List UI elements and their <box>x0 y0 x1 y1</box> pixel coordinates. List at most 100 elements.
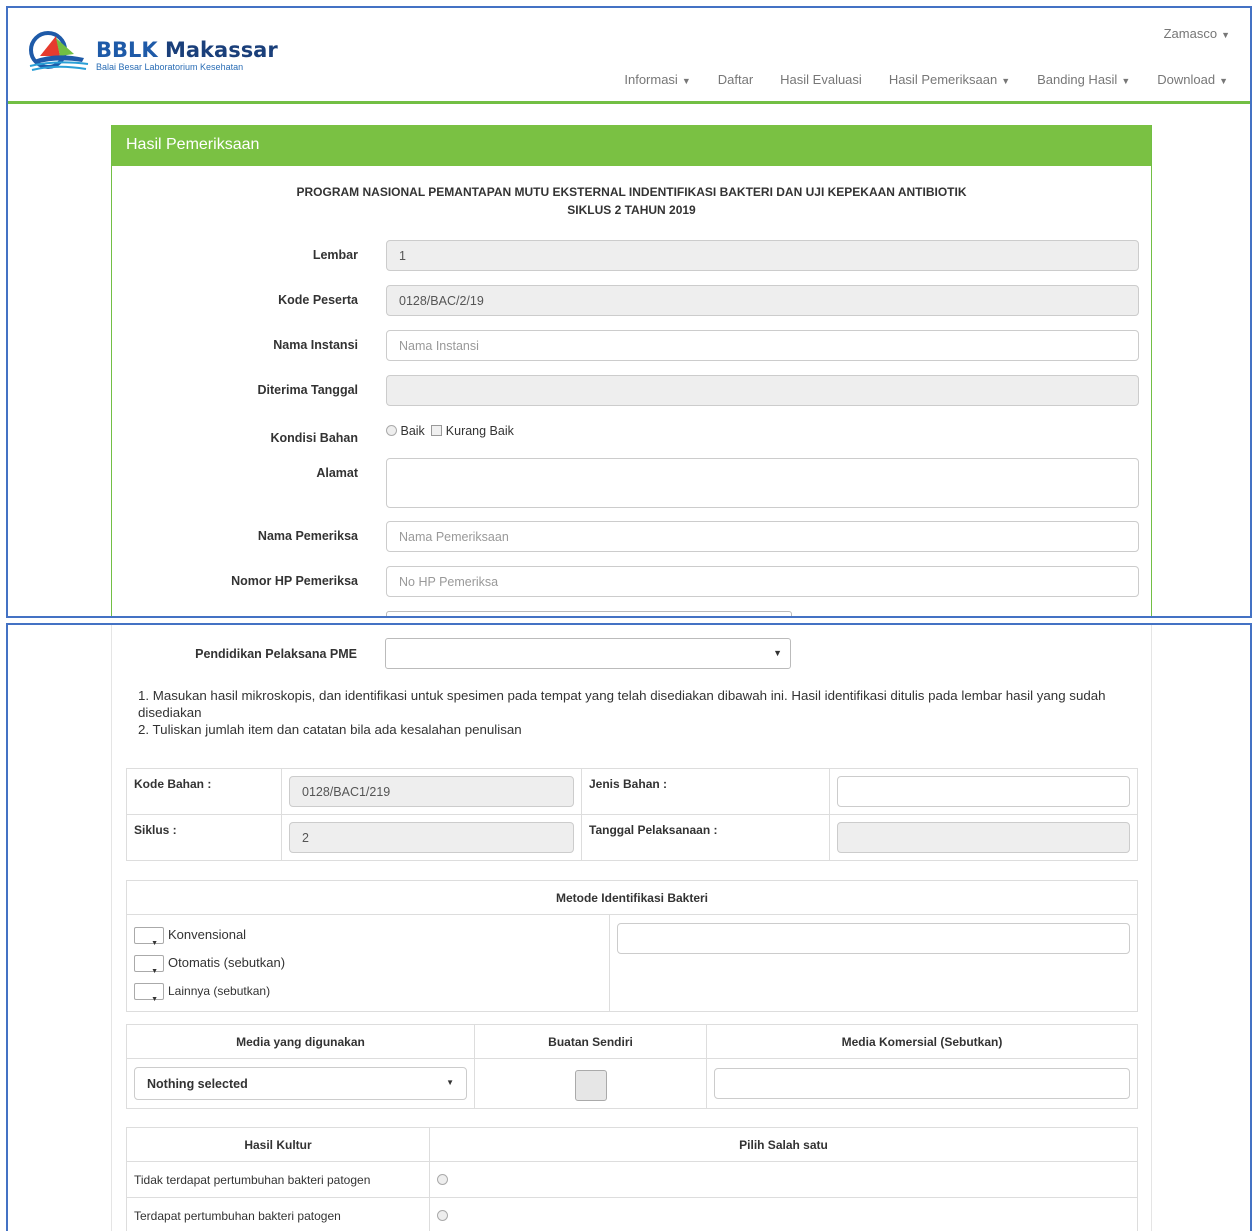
row-diterima-tanggal: Diterima Tanggal <box>112 375 1151 407</box>
media-table: Media yang digunakan Buatan Sendiri Medi… <box>126 1024 1138 1109</box>
kondisi-kurang-baik-checkbox[interactable] <box>431 425 443 436</box>
nav-hasil-pemeriksaan[interactable]: Hasil Pemeriksaan ▼ <box>889 72 1010 87</box>
hasil-pemeriksaan-panel: Hasil Pemeriksaan PROGRAM NASIONAL PEMAN… <box>111 125 1152 616</box>
row-kode-peserta: Kode Peserta 0128/BAC/2/19 <box>112 285 1151 317</box>
konvensional-select[interactable] <box>134 927 164 958</box>
brand-name-part1: BBLK <box>96 38 158 62</box>
metode-konvensional: Konvensional <box>134 921 602 958</box>
kultur-table: Hasil Kultur Pilih Salah satu Tidak terd… <box>126 1127 1138 1231</box>
row-alamat: Alamat <box>112 458 1151 508</box>
kode-bahan-input[interactable]: 0128/BAC1/219 <box>289 776 574 807</box>
lainnya-select[interactable] <box>134 983 164 1014</box>
pilih-salah-satu-header: Pilih Salah satu <box>429 1127 1138 1162</box>
jenis-bahan-label: Jenis Bahan : <box>581 768 830 815</box>
media-komersial-input[interactable] <box>714 1068 1130 1099</box>
nav-download[interactable]: Download ▼ <box>1157 72 1228 87</box>
media-komersial-header: Media Komersial (Sebutkan) <box>706 1024 1138 1059</box>
kultur-row1-radio[interactable] <box>437 1173 448 1185</box>
jenis-bahan-input[interactable] <box>837 776 1130 807</box>
nama-instansi-input[interactable]: Nama Instansi <box>386 330 1139 361</box>
kondisi-baik-radio[interactable] <box>386 425 397 436</box>
nomor-hp-input[interactable]: No HP Pemeriksa <box>386 566 1139 597</box>
buatan-sendiri-header: Buatan Sendiri <box>474 1024 707 1059</box>
nav-hasil-evaluasi[interactable]: Hasil Evaluasi <box>780 72 862 87</box>
media-select-value: Nothing selected <box>147 1077 248 1091</box>
metode-options-cell: Konvensional Otomatis (sebutkan) Lainnya… <box>126 914 610 1014</box>
kondisi-bahan-options: Baik Kurang Baik <box>386 424 514 438</box>
nav-daftar[interactable]: Daftar <box>718 72 753 87</box>
nama-pemeriksa-label: Nama Pemeriksa <box>257 529 358 543</box>
form-title-line1: PROGRAM NASIONAL PEMANTAPAN MUTU EKSTERN… <box>296 185 967 199</box>
metode-header: Metode Identifikasi Bakteri <box>126 880 1138 915</box>
form-title-line2: SIKLUS 2 TAHUN 2019 <box>567 203 696 217</box>
diterima-tanggal-input[interactable] <box>386 375 1139 406</box>
jenis-bahan-cell <box>829 768 1138 815</box>
bahan-table: Kode Bahan : 0128/BAC1/219 Jenis Bahan :… <box>126 768 1138 861</box>
user-name: Zamasco <box>1163 26 1218 41</box>
kultur-row2-cell <box>429 1197 1138 1231</box>
kultur-row2-radio[interactable] <box>437 1209 448 1221</box>
metode-lainnya: Lainnya (sebutkan) <box>134 977 602 1014</box>
pendidikan-select[interactable]: ▼ <box>385 638 791 669</box>
row-nama-instansi: Nama Instansi Nama Instansi <box>112 330 1151 362</box>
kondisi-bahan-label: Kondisi Bahan <box>270 431 358 445</box>
nama-pemeriksa-input[interactable]: Nama Pemeriksaan <box>386 521 1139 552</box>
brand-name-part2: Makassar <box>157 38 278 62</box>
kode-peserta-input[interactable]: 0128/BAC/2/19 <box>386 285 1139 316</box>
lembar-label: Lembar <box>312 248 358 262</box>
nav-banding-hasil[interactable]: Banding Hasil ▼ <box>1037 72 1130 87</box>
nomor-hp-label: Nomor HP Pemeriksa <box>231 574 358 588</box>
user-menu[interactable]: Zamasco ▼ <box>1164 26 1230 41</box>
diterima-tanggal-label: Diterima Tanggal <box>257 383 358 397</box>
pendidikan-select-partial[interactable] <box>386 611 792 616</box>
konvensional-label: Konvensional <box>168 927 247 942</box>
media-komersial-cell <box>706 1058 1138 1109</box>
alamat-label: Alamat <box>316 466 358 480</box>
brand-name[interactable]: BBLK Makassar <box>96 38 278 62</box>
nav-informasi[interactable]: Informasi ▼ <box>624 72 690 87</box>
buatan-sendiri-toggle[interactable] <box>574 1069 607 1101</box>
tanggal-pelaksanaan-cell <box>829 814 1138 861</box>
kode-bahan-label: Kode Bahan : <box>126 768 282 815</box>
bblk-logo-icon <box>29 31 89 71</box>
otomatis-select[interactable] <box>134 955 164 986</box>
screenshot-top: BBLK Makassar Balai Besar Laboratorium K… <box>6 6 1252 618</box>
kultur-row1-label: Tidak terdapat pertumbuhan bakteri patog… <box>126 1161 430 1198</box>
caret-down-icon: ▼ <box>1219 76 1228 86</box>
caret-down-icon: ▼ <box>1221 30 1230 40</box>
instruction-2: 2. Tuliskan jumlah item dan catatan bila… <box>138 722 522 737</box>
caret-down-icon: ▼ <box>681 76 691 86</box>
row-nomor-hp: Nomor HP Pemeriksa No HP Pemeriksa <box>112 566 1151 598</box>
metode-sebutkan-input[interactable] <box>617 923 1130 954</box>
siklus-input[interactable]: 2 <box>289 822 574 853</box>
kondisi-kurang-baik-label: Kurang Baik <box>445 424 514 438</box>
nav-download-label: Download <box>1157 72 1216 87</box>
metode-sebutkan-cell <box>609 914 1138 1012</box>
kultur-row2-label: Terdapat pertumbuhan bakteri patogen <box>126 1197 430 1231</box>
caret-down-icon: ▼ <box>1001 76 1011 86</box>
kondisi-baik-label: Baik <box>400 424 425 438</box>
lembar-input[interactable]: 1 <box>386 240 1139 271</box>
lainnya-label: Lainnya (sebutkan) <box>168 984 271 998</box>
alamat-textarea[interactable] <box>386 458 1139 508</box>
nama-instansi-label: Nama Instansi <box>273 338 358 352</box>
main-nav: Informasi ▼ Daftar Hasil Evaluasi Hasil P… <box>624 72 1228 87</box>
media-select-cell: Nothing selected ▼ <box>126 1058 475 1109</box>
nav-informasi-label: Informasi <box>624 72 678 87</box>
panel-heading: Hasil Pemeriksaan <box>112 125 1151 166</box>
nav-hasil-pemeriksaan-label: Hasil Pemeriksaan <box>888 72 998 87</box>
nav-banding-hasil-label: Banding Hasil <box>1037 72 1118 87</box>
nomor-hp-placeholder: No HP Pemeriksa <box>399 575 499 589</box>
metode-otomatis: Otomatis (sebutkan) <box>134 949 602 986</box>
pendidikan-label: Pendidikan Pelaksana PME <box>195 647 357 661</box>
screenshot-bottom: Pendidikan Pelaksana PME ▼ 1. Masukan ha… <box>6 623 1252 1231</box>
instructions: 1. Masukan hasil mikroskopis, dan identi… <box>138 687 1138 738</box>
row-nama-pemeriksa: Nama Pemeriksa Nama Pemeriksaan <box>112 521 1151 553</box>
media-col-header: Media yang digunakan <box>126 1024 475 1059</box>
media-select[interactable]: Nothing selected ▼ <box>134 1067 467 1100</box>
dropdown-arrow-icon: ▼ <box>773 648 782 658</box>
otomatis-label: Otomatis (sebutkan) <box>168 955 286 970</box>
buatan-sendiri-cell <box>474 1058 707 1109</box>
kode-peserta-label: Kode Peserta <box>278 293 358 307</box>
tanggal-pelaksanaan-input[interactable] <box>837 822 1130 853</box>
